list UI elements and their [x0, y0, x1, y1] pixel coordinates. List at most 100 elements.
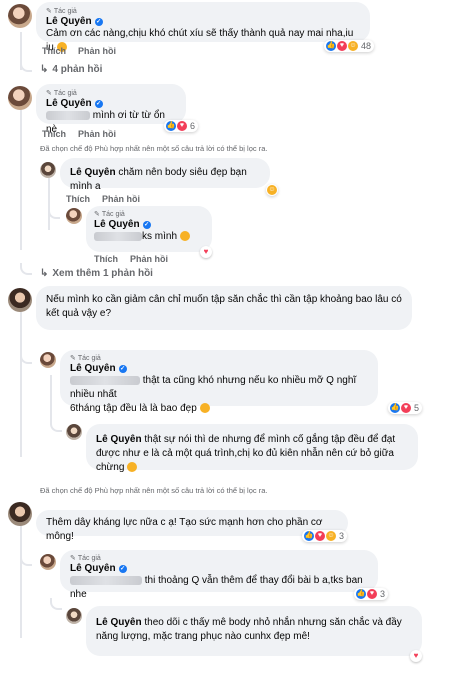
- thread-line: [20, 518, 22, 638]
- pencil-icon: ✎: [70, 355, 76, 362]
- like-icon: 👍: [304, 531, 314, 541]
- comment-text: Nếu mình ko cần giảm cân chỉ muốn tập să…: [46, 294, 402, 319]
- reaction-summary[interactable]: ☺: [266, 184, 278, 196]
- avatar[interactable]: [8, 4, 32, 28]
- like-icon: 👍: [326, 41, 336, 51]
- like-button[interactable]: Thích: [42, 46, 66, 56]
- filter-notice: Đã chọn chế độ Phù hợp nhất nên một số c…: [40, 486, 268, 495]
- thread-line: [20, 100, 22, 250]
- view-replies-link[interactable]: ↳ 4 phản hồi: [40, 64, 102, 75]
- reply-button[interactable]: Phản hồi: [130, 254, 168, 264]
- like-icon: 👍: [356, 589, 366, 599]
- comment-bubble: Lê Quyên thật sự nói thì de nhưng để mìn…: [86, 424, 418, 473]
- comment-author[interactable]: Lê Quyên: [70, 563, 116, 574]
- thread-line: [48, 178, 50, 230]
- reply-button[interactable]: Phản hồi: [102, 194, 140, 204]
- tagged-name-redacted: [94, 231, 142, 241]
- comment-bubble: ✎ Tác giả Lê Quyên ✓ thi thoảng Q vẫn thêm…: [60, 550, 378, 600]
- pencil-icon: ✎: [70, 555, 76, 562]
- pencil-icon: ✎: [46, 8, 52, 15]
- avatar[interactable]: [40, 554, 56, 570]
- author-tag: ✎ Tác giả: [46, 89, 77, 98]
- haha-icon: ☺: [267, 185, 277, 195]
- reply-arrow-icon: ↳: [40, 64, 49, 75]
- comment-text: thật ta cũng khó nhưng nếu ko nhiều mỡ Q…: [70, 375, 357, 414]
- reaction-count: 3: [380, 589, 386, 599]
- thread-elbow: [20, 263, 32, 275]
- tagged-name-redacted: [70, 575, 142, 585]
- reply-button[interactable]: Phản hồi: [78, 129, 116, 139]
- avatar[interactable]: [66, 208, 82, 224]
- reaction-summary[interactable]: 👍 ♥ 6: [164, 120, 199, 132]
- reaction-count: 3: [339, 531, 345, 541]
- verified-badge-icon: ✓: [94, 17, 103, 26]
- comment-bubble: Thêm dây kháng lực nữa c ạ! Tạo sức mạnh…: [36, 510, 348, 542]
- thread-elbow: [50, 598, 62, 610]
- tagged-name-redacted: [46, 110, 90, 120]
- thread-line: [50, 375, 52, 425]
- love-icon: ♥: [315, 531, 325, 541]
- verified-badge-icon: ✓: [118, 364, 127, 373]
- author-tag: ✎ Tác giả: [46, 7, 77, 16]
- comment-text: thi thoảng Q vẫn thêm để thay đổi bài b …: [70, 575, 363, 600]
- thread-elbow: [50, 420, 62, 432]
- like-button[interactable]: Thích: [94, 254, 118, 264]
- avatar[interactable]: [66, 608, 82, 624]
- reaction-summary[interactable]: 👍 ♥ 5: [388, 402, 423, 414]
- comment-actions: Thích Phản hồi: [94, 254, 168, 264]
- reaction-count: 5: [414, 403, 420, 413]
- pencil-icon: ✎: [46, 90, 52, 97]
- reply-button[interactable]: Phản hồi: [78, 46, 116, 56]
- like-button[interactable]: Thích: [42, 129, 66, 139]
- love-icon: ♥: [337, 41, 347, 51]
- tagged-name-redacted: [70, 375, 140, 385]
- reaction-summary[interactable]: 👍 ♥ 3: [354, 588, 389, 600]
- pencil-icon: ✎: [94, 211, 100, 218]
- comment-text: Lê Quyên thật sự nói thì de nhưng để mìn…: [96, 434, 396, 473]
- comment-author[interactable]: Lê Quyên: [94, 219, 140, 230]
- care-icon: ☺: [348, 41, 358, 51]
- comment-actions: Thích Phản hồi: [66, 194, 140, 204]
- verified-badge-icon: ✓: [118, 564, 127, 573]
- tagged-author[interactable]: Lê Quyên: [70, 167, 116, 178]
- verified-badge-icon: ✓: [94, 99, 103, 108]
- like-icon: 👍: [390, 403, 400, 413]
- author-tag: ✎ Tác giả: [70, 354, 101, 363]
- avatar[interactable]: [8, 288, 32, 312]
- view-more-replies-link[interactable]: ↳ Xem thêm 1 phản hồi: [40, 268, 153, 279]
- tagged-author[interactable]: Lê Quyên: [96, 617, 142, 628]
- reaction-count: 48: [361, 41, 372, 51]
- avatar[interactable]: [66, 424, 82, 440]
- avatar[interactable]: [8, 86, 32, 110]
- avatar[interactable]: [8, 502, 32, 526]
- reply-arrow-icon: ↳: [40, 268, 49, 279]
- comment-actions: Thích Phản hồi: [42, 46, 116, 56]
- heart-eyes-emoji-icon: [199, 403, 210, 414]
- comment-author[interactable]: Lê Quyên: [70, 363, 116, 374]
- comment-text: Lê Quyên chăm nên body siêu đẹp bạn mình…: [70, 167, 247, 192]
- reaction-summary[interactable]: 👍 ♥ ☺ 3: [302, 530, 348, 542]
- verified-badge-icon: ✓: [142, 220, 151, 229]
- comment-author[interactable]: Lê Quyên: [46, 98, 92, 109]
- reaction-count: 6: [190, 121, 196, 131]
- avatar[interactable]: [40, 352, 56, 368]
- thread-line: [20, 307, 22, 457]
- love-icon[interactable]: ♥: [200, 246, 212, 258]
- comment-bubble: ✎ Tác giả Lê Quyên ✓ thật ta cũng khó nhưn…: [60, 350, 378, 414]
- comment-author[interactable]: Lê Quyên: [46, 16, 92, 27]
- comment-bubble: ✎ Tác giả Lê Quyên ✓ Cảm ơn các nàng,chịu …: [36, 2, 370, 53]
- love-icon[interactable]: ♥: [410, 650, 422, 662]
- reaction-summary[interactable]: 👍 ♥ ☺ 48: [324, 40, 375, 52]
- comment-text: Thêm dây kháng lực nữa c ạ! Tạo sức mạnh…: [46, 517, 323, 542]
- like-button[interactable]: Thích: [66, 194, 90, 204]
- comment-actions: Thích Phản hồi: [42, 129, 116, 139]
- comment-bubble: Lê Quyên chăm nên body siêu đẹp bạn mình…: [60, 158, 270, 192]
- like-icon: 👍: [166, 121, 176, 131]
- filter-notice: Đã chọn chế độ Phù hợp nhất nên một số c…: [40, 144, 268, 153]
- comment-bubble: ✎ Tác giả Lê Quyên ✓ mình ơi từ từ ổn nè: [36, 84, 186, 135]
- tagged-author[interactable]: Lê Quyên: [96, 434, 142, 445]
- comment-text: ks mình: [94, 230, 204, 244]
- comment-text: Lê Quyên theo dõi c thấy mê body nhỏ nhắ…: [96, 617, 402, 642]
- avatar[interactable]: [40, 162, 56, 178]
- thread-elbow: [20, 60, 32, 72]
